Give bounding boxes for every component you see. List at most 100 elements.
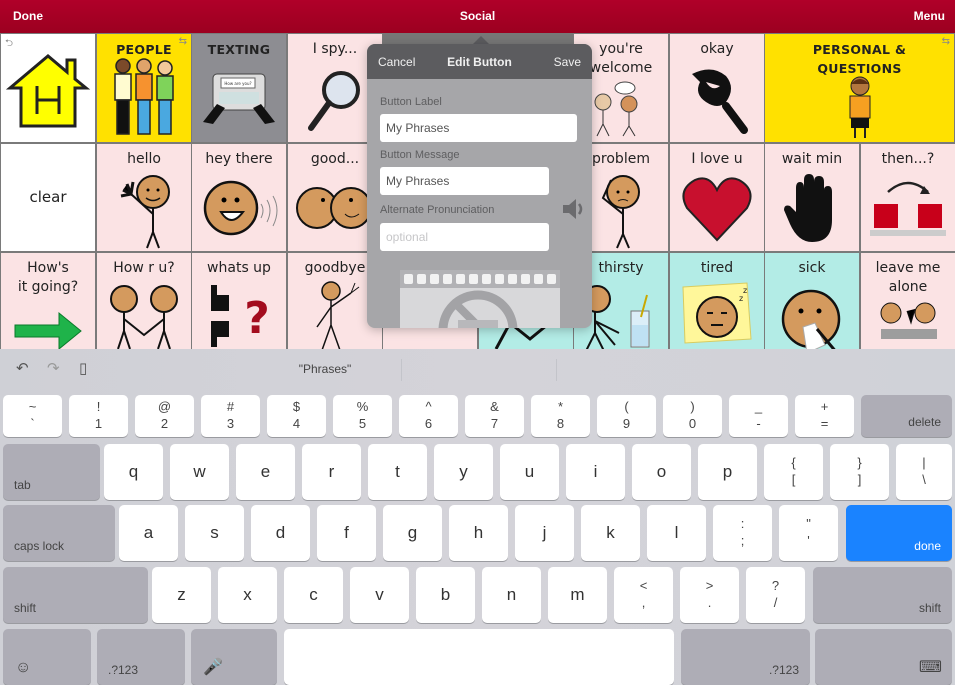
key-label: @ 2 <box>157 399 172 431</box>
key-label: : ; <box>740 516 745 548</box>
key-r[interactable]: r <box>302 444 361 500</box>
key-=[interactable]: + = <box>795 395 854 437</box>
key-[[interactable]: { [ <box>764 444 823 500</box>
numbers-key[interactable]: .?123 <box>681 629 810 685</box>
save-button[interactable]: Save <box>554 55 581 69</box>
key-a[interactable]: a <box>119 505 178 561</box>
key-s[interactable]: s <box>185 505 244 561</box>
key--[interactable]: _ - <box>729 395 788 437</box>
key-5[interactable]: % 5 <box>333 395 392 437</box>
key-1[interactable]: ! 1 <box>69 395 128 437</box>
key-g[interactable]: g <box>383 505 442 561</box>
grid-button-hello[interactable]: hello <box>96 143 192 252</box>
undo-icon[interactable]: ↶ <box>16 359 29 377</box>
key-.[interactable]: > . <box>680 567 739 623</box>
alternate-pronunciation-label: Alternate Pronunciation <box>380 204 495 216</box>
hide-keyboard-key[interactable]: ⌨ <box>815 629 952 685</box>
suggestion-item[interactable]: "Phrases" <box>200 362 450 376</box>
key-8[interactable]: * 8 <box>531 395 590 437</box>
clipboard-icon[interactable]: ▯ <box>79 359 87 377</box>
key-\[interactable]: | \ <box>896 444 952 500</box>
button-label: How's it going? <box>17 260 79 295</box>
shift-key[interactable]: shift <box>3 567 148 623</box>
key-y[interactable]: y <box>434 444 493 500</box>
key-e[interactable]: e <box>236 444 295 500</box>
grid-button-whats-up[interactable]: whats up? <box>191 252 287 349</box>
key-`[interactable]: ~ ` <box>3 395 62 437</box>
key-u[interactable]: u <box>500 444 559 500</box>
tab-key[interactable]: tab <box>3 444 100 500</box>
walking-waving-icon <box>305 277 365 349</box>
caps-lock-key[interactable]: caps lock <box>3 505 115 561</box>
grid-button-home-house[interactable]: ⮌ <box>0 33 96 143</box>
kissing-faces-icon <box>295 176 375 250</box>
grid-button-i-love-u[interactable]: I love u <box>669 143 765 252</box>
key-o[interactable]: o <box>632 444 691 500</box>
microphone-key[interactable]: 🎤 <box>191 629 277 685</box>
key-z[interactable]: z <box>152 567 211 623</box>
grid-button-hey-there[interactable]: hey there <box>191 143 287 252</box>
button-message-input[interactable] <box>380 167 549 195</box>
hide-keyboard-icon: ⌨ <box>918 659 942 676</box>
key-d[interactable]: d <box>251 505 310 561</box>
redo-icon[interactable]: ↷ <box>47 359 60 377</box>
grid-button-sick[interactable]: sick <box>764 252 860 349</box>
two-people-talking-icon <box>589 78 653 142</box>
key-i[interactable]: i <box>566 444 625 500</box>
grid-button-leave-me-alone[interactable]: leave me alone <box>860 252 955 349</box>
numbers-key[interactable]: .?123 <box>97 629 185 685</box>
key-9[interactable]: ( 9 <box>597 395 656 437</box>
grid-button-how-r-u[interactable]: How r u? <box>96 252 192 349</box>
key-x[interactable]: x <box>218 567 277 623</box>
button-label: I love u <box>691 151 743 167</box>
button-label-input[interactable] <box>380 114 577 142</box>
key-k[interactable]: k <box>581 505 640 561</box>
key-,[interactable]: < , <box>614 567 673 623</box>
key-6[interactable]: ^ 6 <box>399 395 458 437</box>
menu-button[interactable]: Menu <box>914 9 945 23</box>
key-][interactable]: } ] <box>830 444 889 500</box>
grid-button-how-s-it-going[interactable]: How's it going? <box>0 252 96 349</box>
grid-button-okay[interactable]: okay <box>669 33 765 143</box>
key-m[interactable]: m <box>548 567 607 623</box>
grid-button-people[interactable]: ⇆ PEOPLE <box>96 33 192 143</box>
key-/[interactable]: ? / <box>746 567 805 623</box>
key-h[interactable]: h <box>449 505 508 561</box>
key-label: y <box>459 462 468 481</box>
key-l[interactable]: l <box>647 505 706 561</box>
image-picker[interactable] <box>400 270 560 328</box>
alternate-pronunciation-input[interactable] <box>380 223 549 251</box>
key-'[interactable]: " ' <box>779 505 838 561</box>
key-t[interactable]: t <box>368 444 427 500</box>
key-n[interactable]: n <box>482 567 541 623</box>
key-b[interactable]: b <box>416 567 475 623</box>
key-w[interactable]: w <box>170 444 229 500</box>
grid-button-texting[interactable]: TEXTING How are you? <box>191 33 287 143</box>
key-p[interactable]: p <box>698 444 757 500</box>
grid-button-clear[interactable]: clear <box>0 143 96 252</box>
speaker-icon[interactable] <box>560 195 588 223</box>
grid-button-wait-min[interactable]: wait min <box>764 143 860 252</box>
grid-button-then[interactable]: then...? <box>860 143 955 252</box>
on-screen-keyboard: ↶ ↷ ▯ "Phrases" ~ ` ! 1 @ 2 # 3 $ 4 % 5 ^ 6 & 7… <box>0 349 955 685</box>
key-c[interactable]: c <box>284 567 343 623</box>
key-3[interactable]: # 3 <box>201 395 260 437</box>
grid-button-personal-questions[interactable]: ⇆ PERSONAL & QUESTIONS <box>764 33 955 143</box>
key-j[interactable]: j <box>515 505 574 561</box>
key-0[interactable]: ) 0 <box>663 395 722 437</box>
key-f[interactable]: f <box>317 505 376 561</box>
key-label: > . <box>705 578 714 610</box>
done-key[interactable]: done <box>846 505 952 561</box>
shift-key[interactable]: shift <box>813 567 952 623</box>
magnifying-glass-icon <box>305 66 365 140</box>
grid-button-tired[interactable]: tired z z <box>669 252 765 349</box>
key-2[interactable]: @ 2 <box>135 395 194 437</box>
key-v[interactable]: v <box>350 567 409 623</box>
space-key[interactable] <box>284 629 674 685</box>
key-7[interactable]: & 7 <box>465 395 524 437</box>
key-;[interactable]: : ; <box>713 505 772 561</box>
delete-key[interactable]: delete <box>861 395 952 437</box>
emoji-key[interactable]: ☺ <box>3 629 91 685</box>
key-4[interactable]: $ 4 <box>267 395 326 437</box>
key-q[interactable]: q <box>104 444 163 500</box>
